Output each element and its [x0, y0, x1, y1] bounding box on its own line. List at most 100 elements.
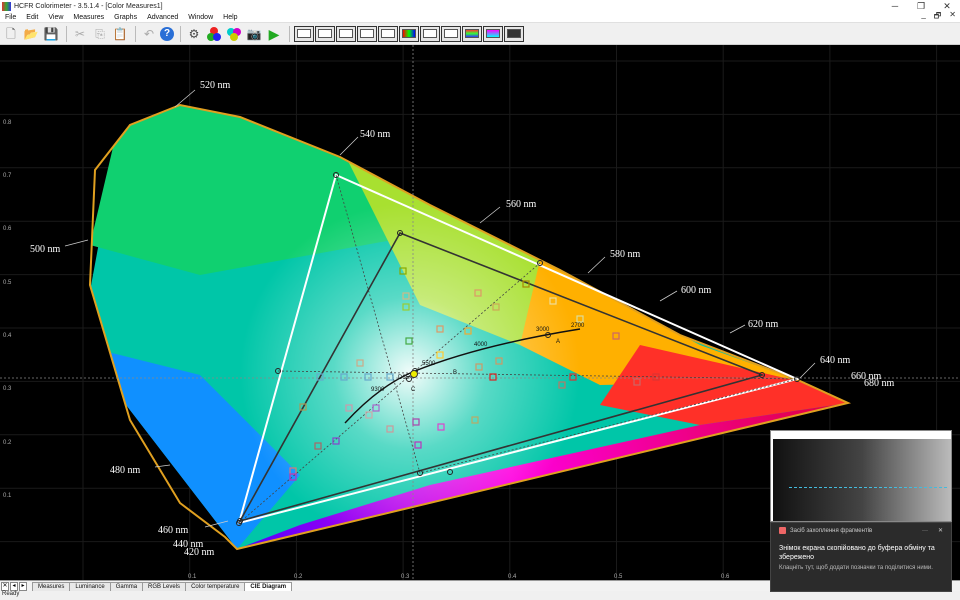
- label-leader: [659, 290, 678, 302]
- wl-480: 480 nm: [110, 465, 141, 476]
- toolbar-separator: [180, 25, 181, 42]
- label-leader: [729, 324, 746, 334]
- menu-advanced[interactable]: Advanced: [142, 14, 183, 21]
- cct-9300: 9300: [371, 387, 385, 393]
- palette-circles-icon: [227, 27, 241, 41]
- wl-540: 540 nm: [360, 129, 391, 140]
- cct-4000: 4000: [474, 342, 488, 348]
- monitor-icon[interactable]: [462, 25, 482, 42]
- menu-graphs[interactable]: Graphs: [109, 14, 142, 21]
- wl-600: 600 nm: [681, 285, 712, 296]
- y-tick: 0.5: [3, 280, 12, 286]
- wl-420: 420 nm: [184, 547, 215, 558]
- open-icon[interactable]: 📂: [22, 25, 40, 42]
- monitor-icon[interactable]: [504, 25, 524, 42]
- tab-gamma[interactable]: Gamma: [109, 582, 144, 591]
- monitor-icon[interactable]: [420, 25, 440, 42]
- monitor-icon[interactable]: [441, 25, 461, 42]
- thumbnail-image: [773, 439, 951, 521]
- wl-620: 620 nm: [748, 319, 779, 330]
- menu-help[interactable]: Help: [218, 14, 242, 21]
- tab-scroll-close[interactable]: ✕: [1, 582, 9, 591]
- app-icon: [2, 1, 11, 11]
- tab-rgb-levels[interactable]: RGB Levels: [142, 582, 187, 591]
- wl-460: 460 nm: [158, 525, 189, 536]
- monitor-icon[interactable]: [483, 25, 503, 42]
- cct-5500: 5500: [422, 361, 436, 367]
- new-icon[interactable]: 🗋: [2, 25, 20, 42]
- menu-view[interactable]: View: [43, 14, 68, 21]
- illuminant-c: C: [411, 387, 416, 393]
- label-leader: [479, 206, 501, 224]
- notification-message: Знімок екрана скопійовано до буфера обмі…: [779, 545, 935, 561]
- illuminant-a: A: [556, 339, 560, 345]
- menu-bar: File Edit View Measures Graphs Advanced …: [0, 10, 960, 24]
- paste-icon[interactable]: 📋: [111, 25, 129, 42]
- mdi-close-button[interactable]: ✕: [945, 10, 960, 24]
- snipping-notification[interactable]: Засіб захоплення фрагментів ··· ✕ Знімок…: [770, 522, 952, 592]
- screenshot-thumbnail[interactable]: [770, 430, 952, 522]
- monitor-icon[interactable]: [336, 25, 356, 42]
- label-leader: [64, 239, 89, 247]
- colors-icon[interactable]: [205, 25, 223, 42]
- thumbnail-line: [789, 487, 947, 488]
- cut-icon[interactable]: ✂: [71, 25, 89, 42]
- y-tick: 0.1: [3, 493, 12, 499]
- tab-luminance[interactable]: Luminance: [69, 582, 111, 591]
- monitor-icon[interactable]: [315, 25, 335, 42]
- monitor-icon[interactable]: [294, 25, 314, 42]
- mdi-minimize-button[interactable]: _: [917, 10, 929, 24]
- copy-icon[interactable]: ⎘: [91, 25, 109, 42]
- rgb-circles-icon: [207, 26, 221, 41]
- tab-scroll-right[interactable]: ▸: [19, 582, 27, 591]
- snipping-tool-icon: [779, 527, 786, 534]
- cct-2700: 2700: [571, 323, 585, 329]
- menu-measures[interactable]: Measures: [68, 14, 109, 21]
- camera-icon[interactable]: 📷: [245, 25, 263, 42]
- minimize-button[interactable]: ─: [882, 1, 908, 11]
- label-leader: [339, 136, 359, 156]
- illuminant-b: B: [453, 370, 457, 376]
- toolbar-separator: [289, 25, 290, 42]
- y-tick: 0.3: [3, 386, 12, 392]
- sensor-icon[interactable]: ⚙: [185, 25, 203, 42]
- play-icon[interactable]: ▶: [265, 25, 283, 42]
- toolbar-separator: [135, 25, 136, 42]
- toolbar: 🗋 📂 💾 ✂ ⎘ 📋 ↶ ? ⚙ 📷 ▶: [0, 23, 960, 45]
- label-leader: [587, 256, 606, 274]
- y-tick: 0.6: [3, 226, 12, 232]
- y-tick: 0.2: [3, 440, 12, 446]
- cct-3000: 3000: [536, 327, 550, 333]
- window-title: HCFR Colorimeter - 3.5.1.4 - [Color Meas…: [14, 2, 163, 10]
- wl-580: 580 nm: [610, 249, 641, 260]
- tab-color-temperature[interactable]: Color temperature: [185, 582, 246, 591]
- notification-close-button[interactable]: ✕: [938, 527, 943, 534]
- wl-500: 500 nm: [30, 244, 61, 255]
- label-leader: [799, 362, 816, 379]
- wl-640: 640 nm: [820, 355, 851, 366]
- status-bar: Ready: [0, 591, 960, 600]
- monitor-icon[interactable]: [357, 25, 377, 42]
- toolbar-separator: [66, 25, 67, 42]
- tab-scroll-left[interactable]: ◂: [10, 582, 18, 591]
- save-icon[interactable]: 💾: [42, 25, 60, 42]
- y-tick: 0.7: [3, 173, 12, 179]
- monitor-icon[interactable]: [378, 25, 398, 42]
- monitor-icon[interactable]: [399, 25, 419, 42]
- undo-icon[interactable]: ↶: [140, 25, 158, 42]
- notification-subtext: Клацніть тут, щоб додати позначки та под…: [779, 565, 933, 571]
- label-leader: [174, 89, 196, 108]
- tab-cie-diagram[interactable]: CIE Diagram: [244, 582, 293, 591]
- menu-file[interactable]: File: [0, 14, 21, 21]
- status-text: Ready: [2, 591, 20, 597]
- white-point-marker: [410, 370, 418, 378]
- y-tick: 0.8: [3, 120, 12, 126]
- mdi-restore-button[interactable]: 🗗: [930, 10, 946, 24]
- title-bar: HCFR Colorimeter - 3.5.1.4 - [Color Meas…: [0, 0, 960, 12]
- help-icon[interactable]: ?: [160, 26, 174, 41]
- tab-measures[interactable]: Measures: [32, 582, 71, 591]
- menu-edit[interactable]: Edit: [21, 14, 43, 21]
- menu-window[interactable]: Window: [183, 14, 218, 21]
- palette-icon[interactable]: [225, 25, 243, 42]
- notification-more-button[interactable]: ···: [922, 528, 928, 534]
